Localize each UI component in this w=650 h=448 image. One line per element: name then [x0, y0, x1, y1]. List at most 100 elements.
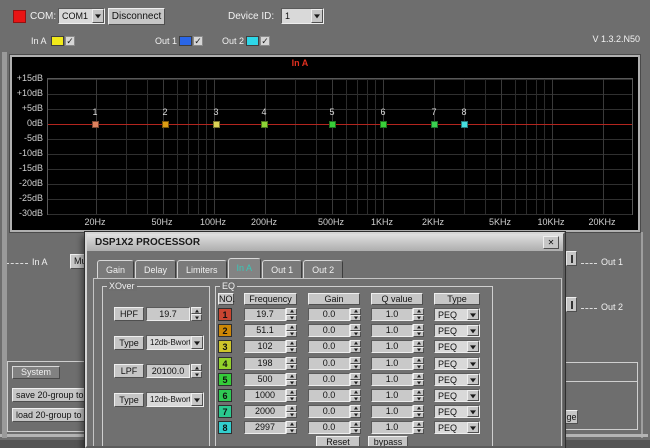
spinner-down-icon[interactable]: [350, 364, 361, 371]
eq-frequency-field[interactable]: 2997: [244, 421, 286, 434]
eq-q-spinner[interactable]: [413, 340, 424, 353]
spinner-down-icon[interactable]: [286, 380, 297, 387]
spinner-down-icon[interactable]: [350, 347, 361, 354]
out-2-checkbox[interactable]: ✓: [260, 36, 270, 46]
eq-q-spinner[interactable]: [413, 308, 424, 321]
dropdown-arrow-icon[interactable]: [467, 374, 479, 385]
spinner-down-icon[interactable]: [286, 428, 297, 435]
spinner-down-icon[interactable]: [413, 380, 424, 387]
tab-out-2[interactable]: Out 2: [303, 260, 343, 279]
partial-button-ge[interactable]: ge: [565, 410, 578, 424]
disconnect-button[interactable]: Disconnect: [108, 8, 165, 25]
lpf-type-select[interactable]: 12db-Bworth: [146, 392, 204, 407]
out-1-mute-button-fragment[interactable]: [566, 251, 577, 266]
dropdown-arrow-icon[interactable]: [467, 422, 479, 433]
eq-type-select[interactable]: PEQ: [434, 308, 480, 321]
eq-q-field[interactable]: 1.0: [371, 389, 413, 402]
eq-frequency-field[interactable]: 500: [244, 373, 286, 386]
spinner-down-icon[interactable]: [350, 396, 361, 403]
hpf-spinner[interactable]: [191, 307, 202, 321]
out-2-mute-button-fragment[interactable]: [566, 297, 577, 312]
eq-q-spinner[interactable]: [413, 405, 424, 418]
eq-frequency-field[interactable]: 198: [244, 357, 286, 370]
dropdown-arrow-icon[interactable]: [467, 309, 479, 320]
hpf-type-select[interactable]: 12db-Bworth: [146, 335, 204, 350]
dropdown-arrow-icon[interactable]: [467, 406, 479, 417]
spinner-down-icon[interactable]: [286, 396, 297, 403]
eq-type-select[interactable]: PEQ: [434, 373, 480, 386]
eq-frequency-field[interactable]: 2000: [244, 405, 286, 418]
hpf-button[interactable]: HPF: [114, 307, 144, 321]
eq-q-spinner[interactable]: [413, 389, 424, 402]
eq-frequency-field[interactable]: 51.1: [244, 324, 286, 337]
eq-frequency-spinner[interactable]: [286, 389, 297, 402]
dropdown-arrow-icon[interactable]: [467, 358, 479, 369]
eq-point-5[interactable]: [329, 121, 336, 128]
spinner-down-icon[interactable]: [191, 314, 202, 321]
spinner-down-icon[interactable]: [413, 315, 424, 322]
spinner-down-icon[interactable]: [350, 331, 361, 338]
eq-frequency-spinner[interactable]: [286, 308, 297, 321]
eq-type-select[interactable]: PEQ: [434, 389, 480, 402]
eq-q-spinner[interactable]: [413, 421, 424, 434]
com-port-select[interactable]: COM1: [58, 8, 105, 24]
lpf-type-button[interactable]: Type: [114, 393, 144, 407]
eq-q-spinner[interactable]: [413, 324, 424, 337]
tab-delay[interactable]: Delay: [135, 260, 176, 279]
spinner-up-icon[interactable]: [191, 364, 202, 371]
spinner-down-icon[interactable]: [413, 428, 424, 435]
eq-frequency-field[interactable]: 19.7: [244, 308, 286, 321]
eq-frequency-field[interactable]: 102: [244, 340, 286, 353]
eq-gain-spinner[interactable]: [350, 324, 361, 337]
lpf-spinner[interactable]: [191, 364, 202, 378]
eq-q-field[interactable]: 1.0: [371, 373, 413, 386]
eq-gain-spinner[interactable]: [350, 373, 361, 386]
dropdown-arrow-icon[interactable]: [467, 341, 479, 352]
eq-point-7[interactable]: [431, 121, 438, 128]
spinner-down-icon[interactable]: [413, 331, 424, 338]
eq-q-spinner[interactable]: [413, 357, 424, 370]
eq-q-field[interactable]: 1.0: [371, 357, 413, 370]
in-a-checkbox[interactable]: ✓: [65, 36, 75, 46]
eq-frequency-spinner[interactable]: [286, 324, 297, 337]
tab-in-a[interactable]: In A: [228, 258, 262, 279]
eq-frequency-spinner[interactable]: [286, 340, 297, 353]
eq-q-field[interactable]: 1.0: [371, 421, 413, 434]
eq-point-2[interactable]: [162, 121, 169, 128]
eq-q-field[interactable]: 1.0: [371, 324, 413, 337]
hpf-type-button[interactable]: Type: [114, 336, 144, 350]
tab-limiters[interactable]: Limiters: [177, 260, 227, 279]
spinner-down-icon[interactable]: [413, 347, 424, 354]
eq-gain-field[interactable]: 0.0: [308, 421, 350, 434]
eq-point-6[interactable]: [380, 121, 387, 128]
eq-frequency-field[interactable]: 1000: [244, 389, 286, 402]
eq-point-8[interactable]: [461, 121, 468, 128]
dropdown-arrow-icon[interactable]: [92, 9, 104, 23]
eq-point-1[interactable]: [92, 121, 99, 128]
eq-q-spinner[interactable]: [413, 373, 424, 386]
eq-type-select[interactable]: PEQ: [434, 357, 480, 370]
device-id-select[interactable]: 1: [281, 8, 324, 24]
eq-gain-field[interactable]: 0.0: [308, 340, 350, 353]
eq-frequency-spinner[interactable]: [286, 421, 297, 434]
eq-gain-field[interactable]: 0.0: [308, 308, 350, 321]
eq-gain-field[interactable]: 0.0: [308, 373, 350, 386]
eq-gain-spinner[interactable]: [350, 357, 361, 370]
spinner-down-icon[interactable]: [286, 347, 297, 354]
spinner-down-icon[interactable]: [191, 371, 202, 378]
dialog-title-bar[interactable]: DSP1X2 PROCESSOR: [87, 234, 563, 251]
eq-point-3[interactable]: [213, 121, 220, 128]
eq-gain-spinner[interactable]: [350, 389, 361, 402]
spinner-down-icon[interactable]: [413, 412, 424, 419]
eq-type-select[interactable]: PEQ: [434, 324, 480, 337]
lpf-frequency-field[interactable]: 20100.0: [146, 364, 190, 378]
eq-gain-spinner[interactable]: [350, 405, 361, 418]
eq-gain-field[interactable]: 0.0: [308, 405, 350, 418]
dropdown-arrow-icon[interactable]: [311, 9, 323, 23]
eq-q-field[interactable]: 1.0: [371, 308, 413, 321]
eq-frequency-spinner[interactable]: [286, 357, 297, 370]
tab-gain[interactable]: Gain: [97, 260, 134, 279]
spinner-down-icon[interactable]: [413, 396, 424, 403]
spinner-down-icon[interactable]: [286, 412, 297, 419]
spinner-down-icon[interactable]: [350, 380, 361, 387]
